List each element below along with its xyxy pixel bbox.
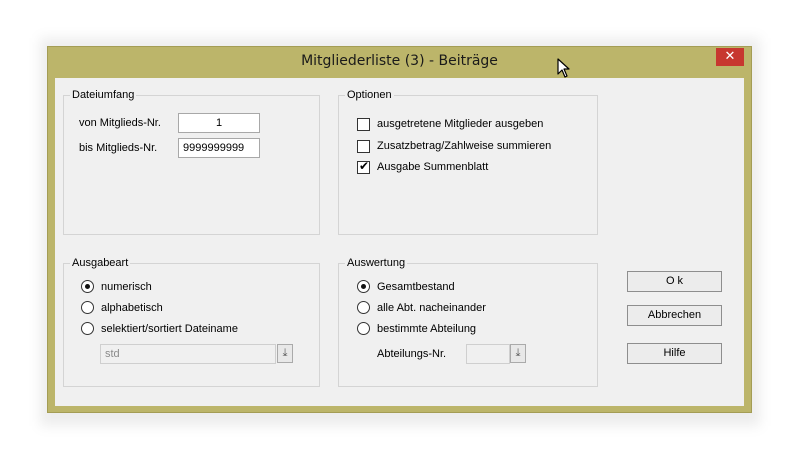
dialog-client-area: Dateiumfang von Mitglieds-Nr. 1 bis Mitg…: [55, 78, 744, 406]
window-title: Mitgliederliste (3) - Beiträge: [301, 53, 498, 69]
group-dateiumfang-legend: Dateiumfang: [70, 89, 137, 101]
radio-bestimmte-abteilung-label[interactable]: bestimmte Abteilung: [377, 323, 476, 335]
mouse-cursor-icon: [557, 58, 570, 78]
von-mitglieds-nr-input[interactable]: 1: [178, 113, 260, 133]
checkbox-ausgetretene-mitglieder[interactable]: [357, 118, 370, 131]
bis-mitglieds-nr-label: bis Mitglieds-Nr.: [79, 142, 158, 154]
bis-mitglieds-nr-input[interactable]: 9999999999: [178, 138, 260, 158]
radio-selected-dot: [85, 284, 90, 289]
abteilungs-nr-dropdown[interactable]: [466, 344, 510, 364]
group-ausgabeart-legend: Ausgabeart: [70, 257, 131, 269]
close-icon: ✕: [724, 49, 736, 64]
radio-alphabetisch-label[interactable]: alphabetisch: [101, 302, 163, 314]
group-ausgabeart: Ausgabeart numerisch alphabetisch selekt…: [63, 257, 320, 387]
group-optionen: Optionen ausgetretene Mitglieder ausgebe…: [338, 89, 598, 235]
abteilungs-nr-label: Abteilungs-Nr.: [377, 348, 447, 360]
download-arrow-icon: ⤓: [515, 346, 521, 359]
dateiname-dropdown-button[interactable]: ⤓: [277, 344, 293, 363]
checkmark-icon: ✔: [359, 159, 370, 173]
checkbox-zusatzbetrag-summieren-label[interactable]: Zusatzbetrag/Zahlweise summieren: [377, 140, 551, 152]
checkbox-ausgetretene-mitglieder-label[interactable]: ausgetretene Mitglieder ausgeben: [377, 118, 543, 130]
radio-selected-dot: [361, 284, 366, 289]
ok-button[interactable]: O k: [627, 271, 722, 292]
abteilungs-nr-dropdown-button[interactable]: ⤓: [510, 344, 526, 363]
group-optionen-legend: Optionen: [345, 89, 394, 101]
group-auswertung-legend: Auswertung: [345, 257, 408, 269]
radio-alle-abt-nacheinander-label[interactable]: alle Abt. nacheinander: [377, 302, 486, 314]
radio-gesamtbestand[interactable]: [357, 280, 370, 293]
radio-alphabetisch[interactable]: [81, 301, 94, 314]
abbrechen-button[interactable]: Abbrechen: [627, 305, 722, 326]
radio-bestimmte-abteilung[interactable]: [357, 322, 370, 335]
hilfe-button[interactable]: Hilfe: [627, 343, 722, 364]
checkbox-ausgabe-summenblatt[interactable]: ✔: [357, 159, 370, 174]
radio-alle-abt-nacheinander[interactable]: [357, 301, 370, 314]
download-arrow-icon: ⤓: [282, 346, 288, 359]
close-button[interactable]: ✕: [716, 48, 744, 66]
von-mitglieds-nr-label: von Mitglieds-Nr.: [79, 117, 161, 129]
group-auswertung: Auswertung Gesamtbestand alle Abt. nache…: [338, 257, 598, 387]
checkbox-zusatzbetrag-summieren[interactable]: [357, 140, 370, 153]
radio-numerisch-label[interactable]: numerisch: [101, 281, 152, 293]
radio-selektiert-sortiert-label[interactable]: selektiert/sortiert Dateiname: [101, 323, 238, 335]
radio-selektiert-sortiert[interactable]: [81, 322, 94, 335]
radio-numerisch[interactable]: [81, 280, 94, 293]
dateiname-dropdown[interactable]: std: [100, 344, 276, 364]
checkbox-ausgabe-summenblatt-label[interactable]: Ausgabe Summenblatt: [377, 161, 488, 173]
radio-gesamtbestand-label[interactable]: Gesamtbestand: [377, 281, 455, 293]
dialog-window: Mitgliederliste (3) - Beiträge ✕ Dateium…: [47, 46, 752, 413]
title-bar[interactable]: Mitgliederliste (3) - Beiträge ✕: [48, 47, 751, 77]
group-dateiumfang: Dateiumfang von Mitglieds-Nr. 1 bis Mitg…: [63, 89, 320, 235]
